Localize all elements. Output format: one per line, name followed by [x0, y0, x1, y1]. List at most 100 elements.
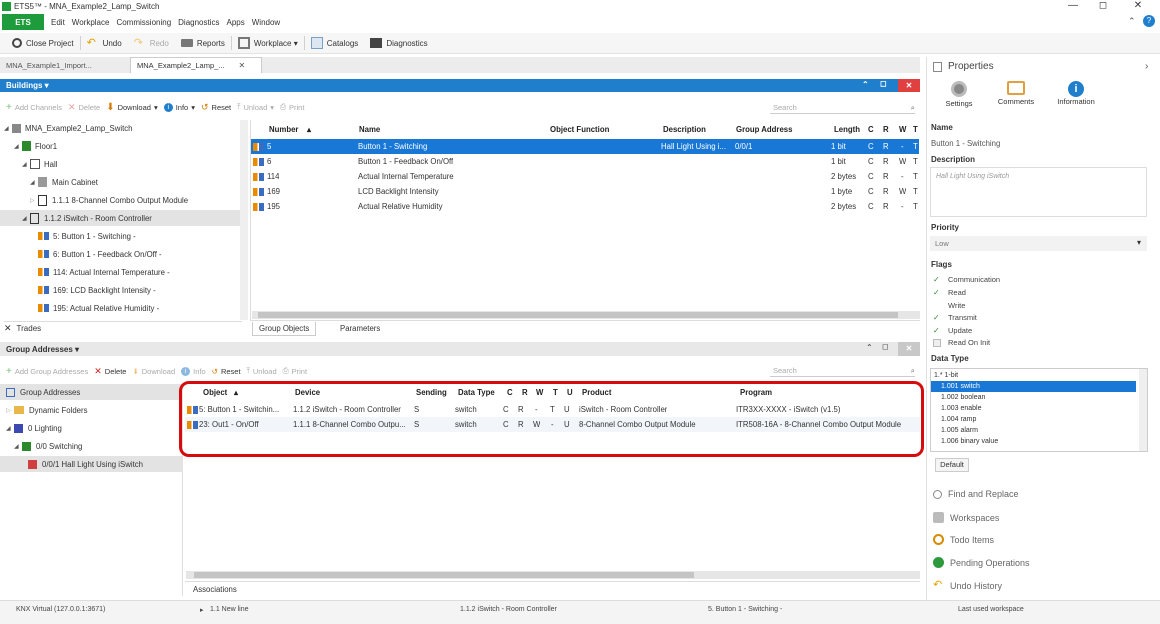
- column-header-t[interactable]: T: [913, 125, 918, 134]
- group-addresses-panel-header[interactable]: Group Addresses ▾ ⌃ ◻ ✕: [0, 342, 920, 356]
- associations-horizontal-scrollbar[interactable]: [186, 571, 920, 579]
- delete-button[interactable]: ✕ Delete: [68, 102, 100, 113]
- buildings-search-input[interactable]: Search ⌕: [770, 102, 915, 114]
- datatype-list[interactable]: 1.* 1-bit 1.001 switch 1.002 boolean 1.0…: [930, 368, 1148, 452]
- expand-icon[interactable]: ◢: [22, 215, 28, 222]
- chevron-right-icon[interactable]: ›: [1145, 61, 1148, 72]
- workplace-button[interactable]: Workplace ▾: [237, 37, 298, 49]
- tab-parameters[interactable]: Parameters: [340, 324, 380, 333]
- tree-item-object[interactable]: 6: Button 1 - Feedback On/Off -: [38, 246, 162, 262]
- tree-item-object[interactable]: 195: Actual Relative Humidity -: [38, 300, 159, 316]
- menu-commissioning[interactable]: Commissioning: [116, 18, 171, 27]
- tree-item-group-addresses[interactable]: Group Addresses: [0, 384, 183, 400]
- menu-diagnostics[interactable]: Diagnostics: [178, 18, 219, 27]
- objects-horizontal-scrollbar[interactable]: [252, 311, 920, 319]
- column-header-group-address[interactable]: Group Address: [736, 125, 792, 134]
- tree-scrollbar[interactable]: [240, 120, 248, 320]
- trades-item[interactable]: ✕ Trades: [4, 321, 242, 335]
- menu-apps[interactable]: Apps: [227, 18, 245, 27]
- close-tab-icon[interactable]: ✕: [239, 61, 246, 70]
- priority-select[interactable]: Low ▾: [930, 236, 1147, 251]
- datatype-scrollbar[interactable]: [1139, 369, 1147, 451]
- buildings-panel-header[interactable]: Buildings ▾ ⌃ ◻ ✕: [0, 79, 920, 92]
- todo-items-link[interactable]: Todo Items: [933, 534, 994, 545]
- find-and-replace-link[interactable]: Find and Replace: [933, 489, 1019, 499]
- expand-icon[interactable]: ◢: [14, 143, 20, 150]
- minimize-button[interactable]: —: [1060, 0, 1086, 13]
- flag-write[interactable]: Write: [933, 301, 965, 310]
- tree-item-object[interactable]: 5: Button 1 - Switching -: [38, 228, 136, 244]
- close-panel-icon[interactable]: ✕: [898, 79, 920, 92]
- add-group-addresses-button[interactable]: + Add Group Addresses: [6, 366, 88, 377]
- scroll-thumb[interactable]: [194, 572, 694, 578]
- reset-button[interactable]: ↺ Reset: [212, 367, 241, 376]
- expand-icon[interactable]: ▷: [30, 197, 36, 204]
- collapse-panel-icon[interactable]: ⌃: [866, 343, 873, 352]
- collapse-panel-icon[interactable]: ⌃: [862, 80, 869, 89]
- group-addresses-search-input[interactable]: Search ⌕: [770, 365, 915, 377]
- close-project-button[interactable]: Close Project: [12, 38, 74, 48]
- datatype-item[interactable]: 1.006 binary value: [931, 436, 1136, 447]
- menu-window[interactable]: Window: [252, 18, 280, 27]
- table-row[interactable]: 5 Button 1 - Switching Hall Light Using …: [251, 139, 919, 154]
- menu-edit[interactable]: Edit: [51, 18, 65, 27]
- expand-icon[interactable]: ▷: [6, 407, 12, 414]
- column-header-length[interactable]: Length: [834, 125, 860, 134]
- catalogs-button[interactable]: Catalogs: [310, 37, 358, 49]
- name-value[interactable]: Button 1 - Switching: [931, 139, 1000, 148]
- expand-icon[interactable]: ◢: [6, 425, 12, 432]
- expand-icon[interactable]: ◢: [22, 161, 28, 168]
- status-workspace[interactable]: Last used workspace: [958, 606, 1024, 613]
- restore-panel-icon[interactable]: ◻: [882, 342, 889, 351]
- flag-update[interactable]: ✓ Update: [933, 326, 972, 335]
- connection-status[interactable]: KNX Virtual (127.0.0.1:3671): [16, 606, 105, 613]
- restore-panel-icon[interactable]: ◻: [880, 79, 887, 88]
- close-panel-icon[interactable]: ✕: [898, 342, 920, 356]
- column-header-description[interactable]: Description: [663, 125, 706, 134]
- tab-comments[interactable]: Comments: [991, 81, 1041, 113]
- flag-communication[interactable]: ✓ Communication: [933, 275, 1000, 284]
- description-field[interactable]: Hall Light Using iSwitch: [930, 167, 1147, 217]
- reset-button[interactable]: ↺ Reset: [201, 102, 231, 113]
- download-button[interactable]: ⬇ Download: [132, 367, 175, 376]
- datatype-item[interactable]: 1.002 boolean: [931, 392, 1136, 403]
- column-header-number[interactable]: Number: [269, 125, 298, 134]
- default-button[interactable]: Default: [935, 458, 969, 472]
- print-button[interactable]: ⎙ Print: [280, 102, 304, 112]
- column-header-object-function[interactable]: Object Function: [550, 125, 609, 134]
- tab-information[interactable]: i Information: [1049, 81, 1103, 113]
- pending-operations-link[interactable]: Pending Operations: [933, 557, 1030, 568]
- datatype-item[interactable]: 1.004 ramp: [931, 414, 1136, 425]
- expand-icon[interactable]: ◢: [14, 443, 20, 450]
- tree-item-group-address-selected[interactable]: 0/0/1 Hall Light Using iSwitch: [0, 456, 183, 472]
- tree-item-object[interactable]: 169: LCD Backlight Intensity -: [38, 282, 156, 298]
- datatype-item[interactable]: 1.005 alarm: [931, 425, 1136, 436]
- info-button[interactable]: i Info: [181, 366, 206, 376]
- table-row[interactable]: 114 Actual Internal Temperature 2 bytes …: [251, 169, 919, 184]
- tree-item-dynamic-folders[interactable]: ▷ Dynamic Folders: [6, 402, 88, 418]
- column-header-w[interactable]: W: [899, 125, 906, 134]
- tree-item-project[interactable]: ◢ MNA_Example2_Lamp_Switch: [4, 120, 132, 136]
- tree-item-main-group[interactable]: ◢ 0 Lighting: [6, 420, 62, 436]
- tree-item-device-selected[interactable]: ◢ 1.1.2 iSwitch - Room Controller: [0, 210, 240, 226]
- undo-button[interactable]: ↶ Undo: [87, 37, 122, 49]
- expand-icon[interactable]: ◢: [30, 179, 36, 186]
- tree-item-floor[interactable]: ◢ Floor1: [14, 138, 57, 154]
- table-row[interactable]: 6 Button 1 - Feedback On/Off 1 bit C R W…: [251, 154, 919, 169]
- table-row[interactable]: 169 LCD Backlight Intensity 1 byte C R W…: [251, 184, 919, 199]
- info-button[interactable]: i Info ▾: [163, 102, 195, 112]
- tree-item-middle-group[interactable]: ◢ 0/0 Switching: [14, 438, 82, 454]
- delete-button[interactable]: ✕ Delete: [94, 366, 126, 377]
- datatype-item[interactable]: 1.003 enable: [931, 403, 1136, 414]
- close-window-button[interactable]: ✕: [1125, 0, 1151, 13]
- ets-menu-button[interactable]: ETS: [2, 14, 44, 30]
- redo-button[interactable]: ↷ Redo: [134, 37, 169, 49]
- collapse-ribbon-icon[interactable]: ⌃: [1128, 16, 1136, 27]
- table-row[interactable]: 195 Actual Relative Humidity 2 bytes C R…: [251, 199, 919, 214]
- column-header-c[interactable]: C: [868, 125, 874, 134]
- scroll-thumb[interactable]: [258, 312, 898, 318]
- unload-button[interactable]: ⤒ Unload ▾: [237, 102, 274, 112]
- tree-item-object[interactable]: 114: Actual Internal Temperature -: [38, 264, 170, 280]
- tab-group-objects[interactable]: Group Objects: [252, 322, 317, 336]
- diagnostics-button[interactable]: Diagnostics: [370, 38, 428, 48]
